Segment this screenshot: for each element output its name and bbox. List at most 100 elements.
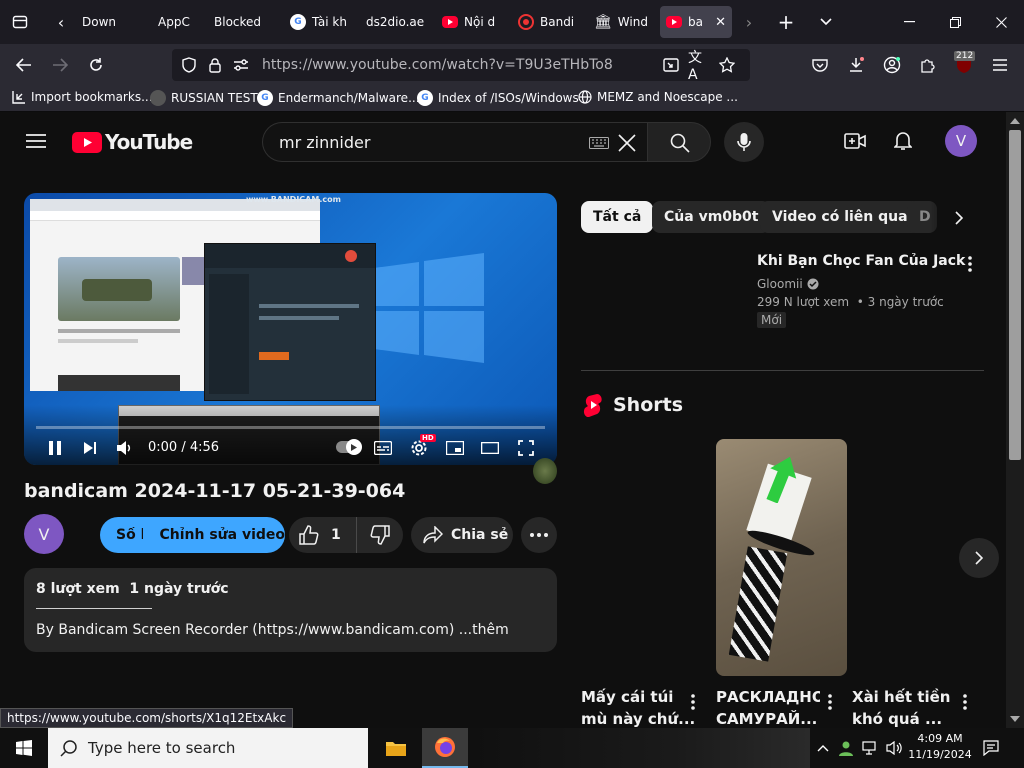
- bookmark-russian-test[interactable]: RUSSIAN TEST: [150, 90, 258, 106]
- tab-item[interactable]: ds2dio.ae: [360, 6, 430, 38]
- scroll-down-arrow-icon[interactable]: [1010, 716, 1020, 722]
- pause-icon[interactable]: [44, 437, 66, 459]
- volume-speaker-icon[interactable]: [884, 738, 906, 758]
- scroll-up-arrow-icon[interactable]: [1010, 118, 1020, 124]
- like-button[interactable]: 1: [289, 517, 357, 553]
- volume-icon[interactable]: [114, 437, 136, 459]
- keyboard-icon[interactable]: [587, 133, 611, 153]
- short-title[interactable]: Xài hết tiền khó quá ...: [852, 686, 956, 730]
- notifications-bell-icon[interactable]: [891, 129, 915, 153]
- scroll-tabs-right-icon[interactable]: ›: [738, 10, 760, 34]
- user-people-icon[interactable]: [836, 738, 856, 758]
- guide-menu-icon[interactable]: [24, 129, 48, 153]
- search-button[interactable]: [647, 122, 711, 162]
- close-tab-icon[interactable]: ✕: [715, 15, 726, 30]
- recommended-thumbnail[interactable]: [581, 248, 749, 342]
- close-window-icon[interactable]: [988, 8, 1014, 36]
- youtube-logo[interactable]: YouTube: [72, 130, 193, 154]
- bookmark-memz[interactable]: MEMZ and Noescape ...: [578, 90, 738, 104]
- dislike-button[interactable]: [357, 517, 403, 553]
- scrollbar-thumb[interactable]: [1009, 130, 1021, 460]
- chip-related[interactable]: Video có liên quan: [760, 201, 930, 233]
- forward-icon[interactable]: [48, 53, 72, 77]
- stats-button[interactable]: Số liệu: [116, 527, 143, 543]
- account-icon[interactable]: [880, 53, 904, 77]
- action-center-notifications-icon[interactable]: [980, 738, 1002, 758]
- downloads-icon[interactable]: [844, 53, 868, 77]
- back-icon[interactable]: [12, 53, 36, 77]
- chips-next-chevron-icon[interactable]: [947, 206, 971, 230]
- page-scrollbar[interactable]: [1006, 112, 1024, 728]
- show-hidden-icons-chevron-icon[interactable]: [814, 738, 832, 758]
- app-menu-icon[interactable]: [988, 53, 1012, 77]
- file-explorer-taskbar-button[interactable]: [376, 728, 416, 768]
- tab-item[interactable]: Nội d: [436, 6, 506, 38]
- shorts-next-button[interactable]: [959, 538, 999, 578]
- short-thumbnail[interactable]: [716, 439, 847, 676]
- short-more-icon[interactable]: [822, 690, 838, 714]
- tab-item[interactable]: 🏛 Wind: [588, 6, 656, 38]
- voice-search-button[interactable]: [724, 122, 764, 162]
- tab-item[interactable]: Bandi: [512, 6, 582, 38]
- new-tab-icon[interactable]: +: [774, 10, 798, 34]
- short-more-icon[interactable]: [957, 690, 973, 714]
- recommended-channel[interactable]: Gloomii: [757, 277, 819, 291]
- bookmark-endermanch[interactable]: G Endermanch/Malware...: [257, 90, 420, 106]
- reload-icon[interactable]: [84, 53, 108, 77]
- restore-icon[interactable]: [942, 8, 968, 36]
- tab-item-active[interactable]: ba ✕: [660, 6, 732, 38]
- permissions-icon[interactable]: [230, 53, 252, 77]
- miniplayer-icon[interactable]: [444, 437, 466, 459]
- channel-avatar[interactable]: V: [24, 514, 64, 554]
- autoplay-toggle[interactable]: [336, 439, 362, 455]
- clear-search-icon[interactable]: [615, 131, 639, 155]
- short-more-icon[interactable]: [685, 690, 701, 714]
- tab-item[interactable]: AppC: [152, 6, 200, 38]
- bookmark-star-icon[interactable]: [716, 53, 738, 77]
- chip-from-channel[interactable]: Của vm0b0t: [652, 201, 771, 233]
- firefox-taskbar-button[interactable]: [422, 728, 468, 768]
- fullscreen-icon[interactable]: [515, 437, 537, 459]
- progress-bar[interactable]: [36, 426, 545, 429]
- translate-icon[interactable]: 文A: [688, 50, 710, 83]
- share-button[interactable]: Chia sẻ: [411, 517, 513, 553]
- start-button[interactable]: [0, 728, 48, 768]
- next-video-icon[interactable]: [79, 437, 101, 459]
- account-avatar[interactable]: V: [945, 125, 977, 157]
- tracking-shield-icon[interactable]: [178, 53, 200, 77]
- video-player[interactable]: www.BANDICAM.com 0:00 / 4:56 HD: [24, 193, 557, 465]
- tab-overview-icon[interactable]: [8, 10, 32, 34]
- scroll-tabs-left-icon[interactable]: ‹: [50, 10, 72, 34]
- minimize-icon[interactable]: [896, 8, 922, 36]
- channel-watermark-icon[interactable]: [533, 458, 557, 484]
- subtitles-icon[interactable]: [372, 437, 394, 459]
- network-icon[interactable]: [860, 738, 882, 758]
- settings-gear-icon[interactable]: HD: [408, 434, 436, 459]
- theater-mode-icon[interactable]: [479, 437, 501, 459]
- chip-all[interactable]: Tất cả: [581, 201, 654, 233]
- description-box[interactable]: 8 lượt xem 1 ngày trước By Bandicam Scre…: [24, 568, 557, 652]
- recommended-title[interactable]: Khi Bạn Chọc Fan Của Jack: [757, 253, 965, 269]
- list-tabs-chevron-down-icon[interactable]: [814, 10, 838, 34]
- more-actions-button[interactable]: [521, 517, 557, 553]
- short-title[interactable]: Mấy cái túi mù này chứ...: [581, 686, 695, 730]
- picture-in-picture-icon[interactable]: [660, 53, 682, 77]
- recommended-more-icon[interactable]: [959, 252, 981, 276]
- bookmark-index-isos[interactable]: G Index of /ISOs/Windows: [417, 90, 579, 106]
- short-title[interactable]: РАСКЛАДНО САМУРАЙ...: [716, 686, 820, 730]
- extensions-puzzle-icon[interactable]: [916, 53, 940, 77]
- taskbar-search-box[interactable]: Type here to search: [48, 728, 368, 768]
- pocket-icon[interactable]: [808, 53, 832, 77]
- edit-video-button[interactable]: Chỉnh sửa video: [159, 527, 285, 543]
- tab-item[interactable]: Down: [76, 6, 138, 38]
- bookmark-import[interactable]: Import bookmarks...: [12, 90, 153, 104]
- ublock-extension-icon[interactable]: 212: [950, 51, 978, 77]
- create-video-icon[interactable]: [843, 129, 867, 153]
- taskbar-clock[interactable]: 4:09 AM 11/19/2024: [908, 731, 972, 763]
- tab-item[interactable]: Blocked: [208, 6, 278, 38]
- lock-icon[interactable]: [204, 53, 226, 77]
- search-box[interactable]: mr zinnider: [262, 122, 648, 162]
- search-input[interactable]: mr zinnider: [279, 133, 370, 152]
- tab-item[interactable]: G Tài kh: [284, 6, 354, 38]
- url-bar[interactable]: https://www.youtube.com/watch?v=T9U3eTHb…: [172, 49, 750, 83]
